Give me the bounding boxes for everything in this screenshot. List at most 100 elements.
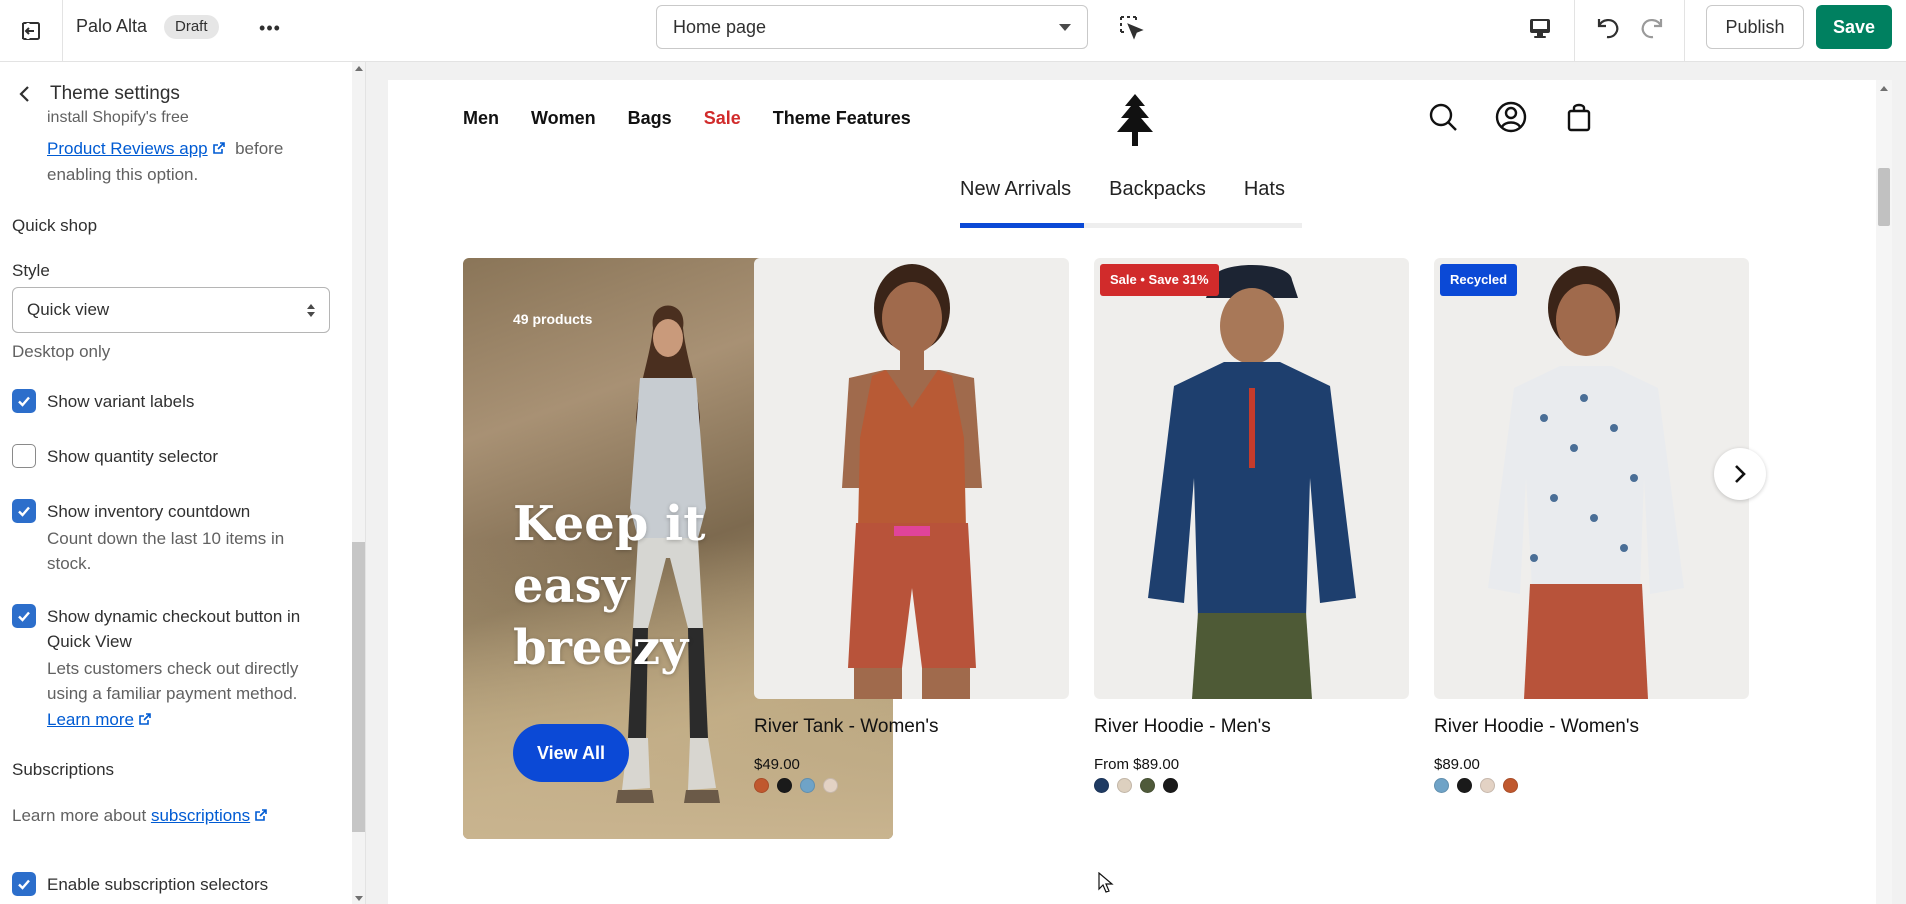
color-swatch[interactable]: [1140, 778, 1155, 793]
topbar-divider: [1574, 0, 1575, 62]
checkmark-icon: [18, 611, 30, 622]
back-button[interactable]: [0, 62, 50, 126]
chevron-left-icon: [19, 86, 29, 102]
color-swatch[interactable]: [1117, 778, 1132, 793]
product-image[interactable]: Recycled: [1434, 258, 1749, 699]
exit-editor-button[interactable]: [10, 10, 52, 52]
external-link-icon: [255, 809, 267, 821]
learn-more-link[interactable]: Learn more: [47, 710, 134, 729]
style-select-value: Quick view: [27, 300, 110, 319]
color-swatch[interactable]: [754, 778, 769, 793]
color-swatch[interactable]: [1094, 778, 1109, 793]
scroll-down-icon[interactable]: [355, 896, 363, 901]
show-variant-labels-option[interactable]: Show variant labels: [12, 389, 332, 414]
checkbox-label: Enable subscription selectors: [47, 875, 269, 894]
checkbox-unchecked[interactable]: [12, 444, 36, 468]
product-reviews-link[interactable]: Product Reviews app: [47, 139, 208, 158]
color-swatch[interactable]: [1163, 778, 1178, 793]
product-name[interactable]: River Tank - Women's: [754, 716, 939, 738]
sale-badge: Sale • Save 31%: [1100, 264, 1219, 296]
editor-topbar: Palo Alta Draft ••• Home page Publish Sa…: [0, 0, 1906, 62]
checkmark-icon: [18, 506, 30, 517]
cart-bag-icon[interactable]: [1562, 100, 1596, 134]
color-swatch[interactable]: [1434, 778, 1449, 793]
color-swatch[interactable]: [1457, 778, 1472, 793]
show-quantity-selector-option[interactable]: Show quantity selector: [12, 444, 332, 469]
inspector-icon[interactable]: [1116, 12, 1148, 44]
quick-shop-heading: Quick shop: [12, 216, 98, 235]
exit-icon: [22, 22, 40, 40]
page-selector-value: Home page: [673, 16, 767, 37]
tab-new-arrivals[interactable]: New Arrivals: [960, 178, 1071, 201]
checkbox-checked[interactable]: [12, 499, 36, 523]
reviews-note-top: install Shopify's free: [47, 110, 189, 126]
checkbox-checked[interactable]: [12, 604, 36, 628]
product-name[interactable]: River Hoodie - Women's: [1434, 716, 1639, 738]
search-icon[interactable]: [1426, 100, 1460, 134]
mouse-cursor-icon: [1098, 872, 1114, 893]
tab-backpacks[interactable]: Backpacks: [1109, 178, 1206, 201]
color-swatch[interactable]: [1503, 778, 1518, 793]
color-swatch[interactable]: [800, 778, 815, 793]
checkbox-checked[interactable]: [12, 389, 36, 413]
more-icon: •••: [259, 17, 281, 38]
product-price: $49.00: [754, 756, 800, 773]
collection-tabs: New Arrivals Backpacks Hats: [960, 178, 1285, 201]
color-swatch[interactable]: [823, 778, 838, 793]
recycled-badge: Recycled: [1440, 264, 1518, 296]
inventory-countdown-help: Count down the last 10 items in stock.: [47, 529, 285, 573]
show-inventory-countdown-option[interactable]: Show inventory countdown: [12, 499, 332, 524]
panel-scrollbar-thumb[interactable]: [352, 542, 365, 832]
product-image[interactable]: Sale • Save 31%: [1094, 258, 1409, 699]
product-photo: [842, 264, 982, 699]
theme-name: Palo Alta: [76, 16, 148, 36]
checkbox-label: Show quantity selector: [47, 447, 219, 466]
checkmark-icon: [18, 396, 30, 407]
product-name[interactable]: River Hoodie - Men's: [1094, 716, 1271, 738]
scroll-up-icon[interactable]: [1880, 86, 1888, 91]
learn-more-row: Learn more: [47, 707, 152, 732]
tab-hats[interactable]: Hats: [1244, 178, 1285, 201]
color-swatches: [1434, 778, 1518, 793]
theme-settings-panel: Theme settings install Shopify's free Pr…: [0, 62, 366, 904]
quick-shop-style-select[interactable]: Quick view: [12, 287, 330, 333]
panel-title: Theme settings: [50, 83, 180, 104]
show-dynamic-checkout-option[interactable]: Show dynamic checkout button in Quick Vi…: [12, 604, 332, 654]
store-logo-tree-icon[interactable]: [1114, 94, 1156, 146]
color-swatches: [754, 778, 838, 793]
desktop-preview-icon[interactable]: [1524, 12, 1556, 44]
publish-button[interactable]: Publish: [1706, 5, 1804, 49]
more-actions-button[interactable]: •••: [252, 14, 288, 42]
page-selector[interactable]: Home page: [656, 5, 1088, 49]
topbar-divider: [62, 0, 63, 62]
subscriptions-link[interactable]: subscriptions: [151, 806, 250, 825]
subscriptions-heading: Subscriptions: [12, 760, 115, 779]
nav-item-men[interactable]: Men: [463, 108, 499, 129]
subscriptions-note: Learn more about subscriptions: [12, 803, 268, 828]
color-swatch[interactable]: [1480, 778, 1495, 793]
checkbox-checked[interactable]: [12, 872, 36, 896]
save-button[interactable]: Save: [1816, 5, 1892, 49]
product-price: $89.00: [1434, 756, 1480, 773]
checkbox-label: Show dynamic checkout button in Quick Vi…: [47, 607, 301, 651]
scroll-up-icon[interactable]: [355, 66, 363, 71]
enable-subscription-selectors-option[interactable]: Enable subscription selectors: [12, 872, 332, 897]
promo-product-count: 49 products: [513, 311, 593, 327]
account-icon[interactable]: [1494, 100, 1528, 134]
nav-item-theme-features[interactable]: Theme Features: [773, 108, 911, 129]
view-all-button[interactable]: View All: [513, 724, 629, 782]
store-preview: Men Women Bags Sale Theme Features New A…: [388, 80, 1876, 904]
preview-scrollbar-thumb[interactable]: [1878, 168, 1890, 226]
nav-item-bags[interactable]: Bags: [628, 108, 672, 129]
nav-item-women[interactable]: Women: [531, 108, 596, 129]
carousel-next-button[interactable]: [1714, 448, 1766, 500]
chevron-right-icon: [1735, 465, 1746, 483]
dynamic-checkout-help: Lets customers check out directly using …: [47, 659, 299, 703]
undo-icon[interactable]: [1590, 10, 1624, 44]
color-swatch[interactable]: [777, 778, 792, 793]
nav-item-sale[interactable]: Sale: [704, 108, 741, 129]
tab-active-indicator: [960, 223, 1084, 228]
product-image[interactable]: [754, 258, 1069, 699]
redo-icon[interactable]: [1636, 10, 1670, 44]
chevron-down-icon: [1059, 23, 1071, 31]
